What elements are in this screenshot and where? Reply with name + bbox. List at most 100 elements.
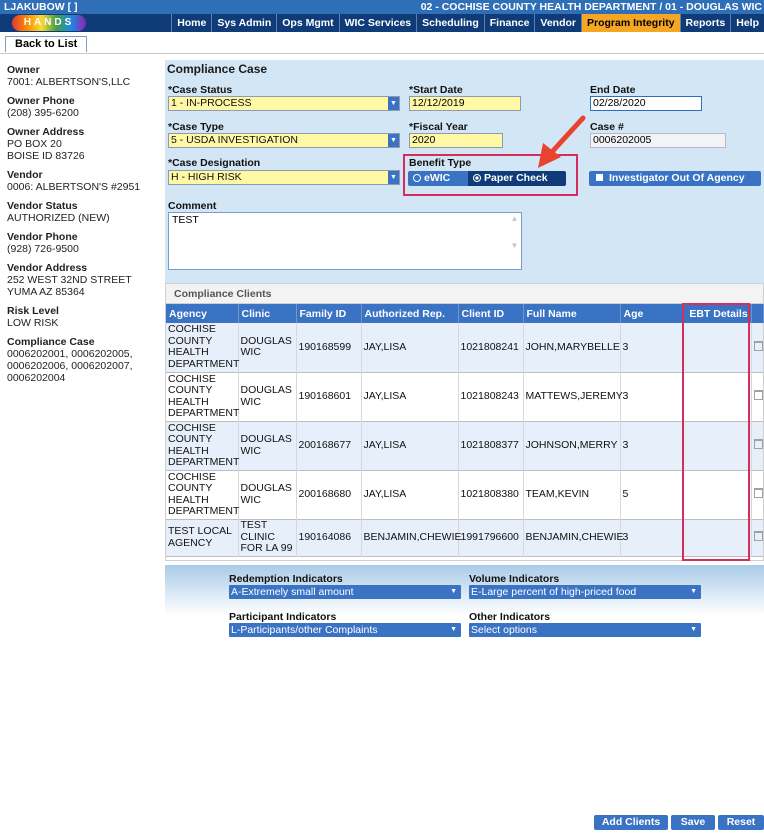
- volume-indicators-label: Volume Indicators: [469, 573, 560, 585]
- fiscal-year-field[interactable]: 2020: [409, 133, 503, 148]
- cell-name: TEAM,KEVIN: [523, 470, 621, 519]
- column-header[interactable]: Full Name: [523, 304, 621, 323]
- scrollbar[interactable]: ▲ ▼: [509, 214, 520, 268]
- table-row[interactable]: COCHISE COUNTY HEALTH DEPARTMENT DOUGLAS …: [166, 372, 763, 421]
- cell-family-id: 200168677: [296, 421, 362, 470]
- redemption-indicators-select[interactable]: A-Extremely small amount ▼: [229, 585, 461, 599]
- trash-icon[interactable]: [753, 340, 763, 351]
- redemption-indicators-label: Redemption Indicators: [229, 573, 343, 585]
- cell-clinic: DOUGLAS WIC: [238, 421, 297, 470]
- benefit-option-paper-check[interactable]: Paper Check: [468, 171, 566, 186]
- cell-client-id: 1021808243: [458, 372, 524, 421]
- comment-label: Comment: [168, 200, 217, 212]
- info-value: 0006202001, 0006202005,: [7, 348, 133, 360]
- delete-cell: [751, 519, 763, 556]
- table-header-row: Agency Clinic Family ID Authorized Rep. Clie…: [166, 304, 764, 323]
- other-indicators-select[interactable]: Select options ▼: [469, 623, 701, 637]
- cell-family-id: 190164086: [296, 519, 362, 556]
- investigator-out-of-agency-toggle[interactable]: Investigator Out Of Agency: [589, 171, 761, 186]
- volume-indicators-select[interactable]: E-Large percent of high-priced food ▼: [469, 585, 701, 599]
- participant-indicators-select[interactable]: L-Participants/other Complaints ▼: [229, 623, 461, 637]
- cell-client-id: 1021808241: [458, 323, 524, 372]
- cell-age: 3: [620, 421, 684, 470]
- table-row[interactable]: COCHISE COUNTY HEALTH DEPARTMENT DOUGLAS …: [166, 323, 763, 372]
- info-label: Vendor Address: [7, 262, 88, 274]
- compliance-clients-panel: Compliance Clients Agency Clinic Family ID…: [165, 283, 764, 561]
- nav-wic-services[interactable]: WIC Services: [338, 14, 417, 32]
- cell-family-id: 190168599: [296, 323, 362, 372]
- back-to-list-button[interactable]: Back to List: [5, 36, 88, 52]
- chevron-down-icon: ▼: [450, 588, 457, 595]
- info-vendor-status: Vendor Status AUTHORIZED (NEW): [7, 200, 157, 224]
- case-type-label: *Case Type: [168, 121, 224, 133]
- save-button[interactable]: Save: [671, 815, 715, 830]
- nav-finance[interactable]: Finance: [483, 14, 535, 32]
- nav-help[interactable]: Help: [730, 14, 764, 32]
- fiscal-year-label: *Fiscal Year: [409, 121, 468, 133]
- column-header[interactable]: Clinic: [238, 304, 297, 323]
- table-row[interactable]: COCHISE COUNTY HEALTH DEPARTMENT DOUGLAS …: [166, 421, 763, 470]
- cell-agency: COCHISE COUNTY HEALTH DEPARTMENT: [166, 323, 239, 372]
- column-header[interactable]: Authorized Rep.: [361, 304, 459, 323]
- info-label: Vendor Status: [7, 200, 78, 212]
- clients-table: Agency Clinic Family ID Authorized Rep. Clie…: [166, 304, 764, 557]
- column-header[interactable]: Family ID: [296, 304, 362, 323]
- info-value: 7001: ALBERTSON'S,LLC: [7, 76, 131, 88]
- case-designation-select[interactable]: H - HIGH RISK ▼: [168, 170, 400, 185]
- info-label: Owner Address: [7, 126, 85, 138]
- case-status-select[interactable]: 1 - IN-PROCESS ▼: [168, 96, 400, 111]
- info-compliance-case: Compliance Case 0006202001, 0006202005, 00…: [7, 336, 157, 384]
- nav-ops-mgmt[interactable]: Ops Mgmt: [276, 14, 339, 32]
- page-title: Compliance Case: [165, 60, 764, 78]
- nav-sys-admin[interactable]: Sys Admin: [211, 14, 277, 32]
- cell-rep: JAY,LISA: [361, 372, 459, 421]
- cell-clinic: TEST CLINIC FOR LA 99: [238, 519, 297, 556]
- add-clients-button[interactable]: Add Clients: [594, 815, 668, 830]
- nav-scheduling[interactable]: Scheduling: [416, 14, 484, 32]
- column-header[interactable]: Client ID: [458, 304, 524, 323]
- end-date-field[interactable]: 02/28/2020: [590, 96, 702, 111]
- nav-program-integrity[interactable]: Program Integrity: [581, 14, 680, 32]
- trash-icon[interactable]: [753, 530, 763, 541]
- delete-cell: [751, 323, 763, 372]
- info-owner-address: Owner Address PO BOX 20 BOISE ID 83726: [7, 126, 157, 162]
- cell-name: JOHN,MARYBELLE: [523, 323, 621, 372]
- cell-rep: BENJAMIN,CHEWIE: [361, 519, 462, 556]
- column-header[interactable]: Agency: [166, 304, 239, 323]
- cell-name: JOHNSON,MERRY: [523, 421, 621, 470]
- start-date-field[interactable]: 12/12/2019: [409, 96, 521, 111]
- nav-vendor[interactable]: Vendor: [534, 14, 582, 32]
- delete-cell: [751, 372, 763, 421]
- nav-home[interactable]: Home: [171, 14, 212, 32]
- column-header-actions: [751, 304, 764, 323]
- table-row[interactable]: TEST LOCAL AGENCY TEST CLINIC FOR LA 99 19…: [166, 519, 763, 556]
- cell-client-id: 1991796600: [458, 519, 524, 556]
- info-label: Vendor Phone: [7, 231, 78, 243]
- cell-name: MATTEWS,JEREMY: [523, 372, 623, 421]
- page-toolbar: Back to List: [0, 32, 764, 54]
- info-label: Owner: [7, 64, 40, 76]
- column-header[interactable]: Age: [620, 304, 684, 323]
- case-type-select[interactable]: 5 - USDA INVESTIGATION ▼: [168, 133, 400, 148]
- cell-rep: JAY,LISA: [361, 323, 459, 372]
- nav-reports[interactable]: Reports: [679, 14, 731, 32]
- cell-agency: COCHISE COUNTY HEALTH DEPARTMENT: [166, 372, 240, 421]
- reset-button[interactable]: Reset: [718, 815, 764, 830]
- top-status-bar: LJAKUBOW [ ] 02 - COCHISE COUNTY HEALTH …: [0, 0, 764, 14]
- table-row[interactable]: COCHISE COUNTY HEALTH DEPARTMENT DOUGLAS …: [166, 470, 763, 519]
- cell-family-id: 200168680: [296, 470, 362, 519]
- info-value: AUTHORIZED (NEW): [7, 212, 110, 224]
- department-clinic-label: 02 - COCHISE COUNTY HEALTH DEPARTMENT / …: [420, 1, 762, 13]
- cell-clinic: DOUGLAS WIC: [238, 470, 297, 519]
- cell-clinic: DOUGLAS WIC: [238, 323, 297, 372]
- cell-family-id: 190168601: [296, 372, 362, 421]
- info-value: 0006: ALBERTSON'S #2951: [7, 181, 141, 193]
- trash-icon[interactable]: [753, 487, 763, 498]
- cell-client-id: 1021808380: [458, 470, 524, 519]
- trash-icon[interactable]: [753, 438, 763, 449]
- cell-name: BENJAMIN,CHEWIE: [523, 519, 624, 556]
- benefit-option-ewic[interactable]: eWIC: [408, 171, 468, 186]
- comment-textarea[interactable]: TEST ▲ ▼: [168, 212, 522, 270]
- trash-icon[interactable]: [753, 389, 763, 400]
- info-value: YUMA AZ 85364: [7, 286, 85, 298]
